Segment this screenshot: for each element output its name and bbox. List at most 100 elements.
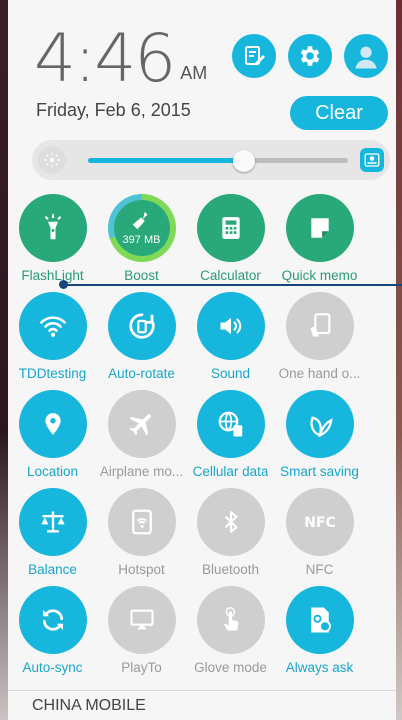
tile-label: TDDtesting xyxy=(18,366,87,381)
tile-label: Boost xyxy=(124,268,159,283)
tile-flashlight[interactable]: FlashLight xyxy=(8,186,97,284)
tile-circle[interactable] xyxy=(285,390,354,458)
tile-circle[interactable] xyxy=(285,586,354,654)
tile-circle[interactable] xyxy=(196,390,265,458)
hotspot-icon xyxy=(127,507,157,537)
tile-glove-mode[interactable]: Glove mode xyxy=(186,578,275,676)
tile-label: Hotspot xyxy=(118,562,165,577)
brightness-slider[interactable] xyxy=(88,150,348,172)
tile-smart-saving[interactable]: Smart saving xyxy=(275,382,364,480)
tile-circle[interactable] xyxy=(18,292,87,360)
tile-circle[interactable] xyxy=(107,488,176,556)
edit-tiles-button[interactable] xyxy=(232,34,276,78)
tile-cellular-data[interactable]: Cellular data xyxy=(186,382,275,480)
tile-nfc[interactable]: NFC NFC xyxy=(275,480,364,578)
wallpaper-edge-right xyxy=(396,0,402,720)
airplane-icon xyxy=(127,409,157,439)
tile-hotspot[interactable]: Hotspot xyxy=(97,480,186,578)
tile-label: NFC xyxy=(305,562,334,577)
annotation-marker-line xyxy=(63,284,402,286)
carrier-bar: CHINA MOBILE xyxy=(8,690,396,720)
one-hand-icon xyxy=(306,311,334,341)
tile-auto-rotate[interactable]: Auto-rotate xyxy=(97,284,186,382)
tile-label: Auto-sync xyxy=(22,660,83,675)
tile-label: One hand o... xyxy=(278,366,361,381)
tile-row: Balance Hotspot Bluetooth NFC NFC xyxy=(8,480,396,578)
brightness-low-icon xyxy=(38,146,66,174)
tile-circle[interactable] xyxy=(107,586,176,654)
tile-always-ask[interactable]: Always ask xyxy=(275,578,364,676)
tile-auto-sync[interactable]: Auto-sync xyxy=(8,578,97,676)
nfc-icon: NFC xyxy=(303,510,337,534)
settings-button[interactable] xyxy=(288,34,332,78)
calculator-icon xyxy=(218,215,244,241)
tile-wifi[interactable]: TDDtesting xyxy=(8,284,97,382)
svg-text:NFC: NFC xyxy=(304,515,336,531)
tile-sound[interactable]: Sound xyxy=(186,284,275,382)
brightness-control xyxy=(32,140,390,180)
clock-time: 4:46 xyxy=(34,20,176,97)
gear-icon xyxy=(297,43,323,69)
tile-circle[interactable] xyxy=(285,194,354,262)
brightness-slider-fill xyxy=(88,158,244,163)
tile-row: Auto-sync PlayTo Glove mode Always ask xyxy=(8,578,396,676)
wifi-icon xyxy=(37,312,69,340)
tile-circle[interactable] xyxy=(196,194,265,262)
tile-location[interactable]: Location xyxy=(8,382,97,480)
tile-circle[interactable] xyxy=(18,194,87,262)
cast-icon xyxy=(127,606,157,634)
tile-circle[interactable] xyxy=(18,586,87,654)
date-label: Friday, Feb 6, 2015 xyxy=(36,100,191,120)
user-avatar-icon xyxy=(351,41,381,71)
carrier-name: CHINA MOBILE xyxy=(32,697,146,714)
tile-label: FlashLight xyxy=(21,268,84,283)
tile-circle[interactable] xyxy=(196,292,265,360)
tile-label: Location xyxy=(26,464,79,479)
tile-circle[interactable] xyxy=(107,292,176,360)
tile-airplane-mode[interactable]: Airplane mo... xyxy=(97,382,186,480)
sync-icon xyxy=(38,605,68,635)
user-avatar-button[interactable] xyxy=(344,34,388,78)
tile-circle[interactable] xyxy=(107,390,176,458)
tile-label: Smart saving xyxy=(280,464,359,479)
location-pin-icon xyxy=(40,409,66,439)
tile-boost[interactable]: 397 MB Boost xyxy=(97,186,186,284)
clock-ampm: AM xyxy=(180,63,208,83)
rotate-icon xyxy=(127,311,157,341)
flashlight-icon xyxy=(38,213,68,243)
tile-circle[interactable]: NFC xyxy=(285,488,354,556)
boost-memory-value: 397 MB xyxy=(122,234,161,246)
tile-balance[interactable]: Balance xyxy=(8,480,97,578)
tile-circle[interactable] xyxy=(196,586,265,654)
boost-inner: 397 MB xyxy=(113,200,170,256)
tile-playto[interactable]: PlayTo xyxy=(97,578,186,676)
balance-scale-icon xyxy=(38,508,68,536)
tile-one-hand-mode[interactable]: One hand o... xyxy=(275,284,364,382)
tile-label: Quick memo xyxy=(281,268,358,283)
tile-bluetooth[interactable]: Bluetooth xyxy=(186,480,275,578)
notification-shade: 4:46 AM Friday, Feb 6, 2015 Clear FlashL… xyxy=(0,0,402,720)
clear-notifications-button[interactable]: Clear xyxy=(290,96,388,130)
brightness-slider-thumb[interactable] xyxy=(233,150,255,172)
broom-icon xyxy=(130,210,154,232)
auto-brightness-icon[interactable] xyxy=(360,148,384,172)
tile-circle[interactable] xyxy=(196,488,265,556)
cellular-data-icon xyxy=(216,409,246,439)
tile-calculator[interactable]: Calculator xyxy=(186,186,275,284)
edit-list-icon xyxy=(242,44,266,68)
tile-circle[interactable] xyxy=(18,390,87,458)
quick-settings-grid: FlashLight 397 MB Boost Calculator Quick… xyxy=(8,186,396,676)
tile-label: Cellular data xyxy=(192,464,269,479)
tile-circle[interactable] xyxy=(18,488,87,556)
tile-circle[interactable] xyxy=(285,292,354,360)
tile-quick-memo[interactable]: Quick memo xyxy=(275,186,364,284)
tile-row: TDDtesting Auto-rotate Sound One hand o.… xyxy=(8,284,396,382)
leaf-icon xyxy=(305,409,335,439)
memo-icon xyxy=(307,215,333,241)
wallpaper-edge-left xyxy=(0,0,8,720)
tile-circle[interactable]: 397 MB xyxy=(107,194,176,262)
tile-label: Bluetooth xyxy=(201,562,260,577)
bluetooth-icon xyxy=(218,507,244,537)
volume-icon xyxy=(216,312,246,340)
tile-label: Sound xyxy=(210,366,251,381)
